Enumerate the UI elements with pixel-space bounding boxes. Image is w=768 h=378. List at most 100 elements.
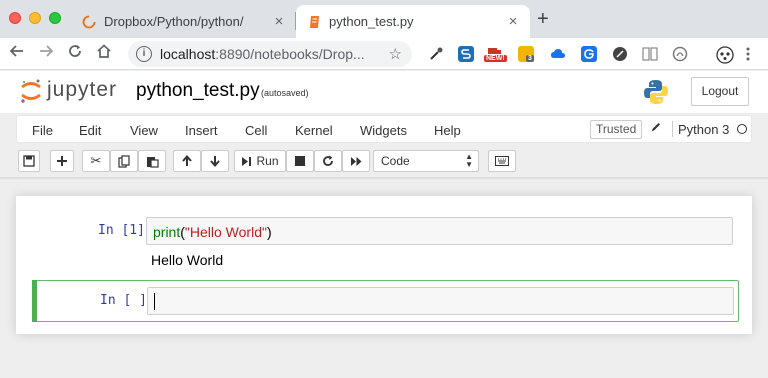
restart-icon [323,155,333,166]
arrow-up-icon [182,155,192,166]
tab-close-icon[interactable]: × [502,13,524,30]
kernel-idle-indicator-icon [737,124,747,134]
reload-icon[interactable] [67,43,83,64]
home-icon[interactable] [96,43,112,64]
jupyter-logo[interactable]: jupyter [20,77,120,107]
back-icon[interactable] [9,43,25,64]
edit-mode-pencil-icon [650,121,662,136]
menu-kernel[interactable]: Kernel [295,123,333,138]
keyboard-icon [495,156,509,166]
shield-extension-icon[interactable] [672,46,688,62]
paste-icon [146,156,159,168]
url-host: localhost [160,46,216,62]
run-label: Run [256,154,279,168]
move-up-button[interactable] [173,150,201,172]
menu-help[interactable]: Help [434,123,461,138]
restart-run-all-button[interactable] [342,150,370,172]
autosave-status: (autosaved) [261,88,309,98]
menu-widgets[interactable]: Widgets [360,123,407,138]
code-paren-close: ) [266,224,272,240]
site-info-icon[interactable]: i [136,46,152,62]
move-down-button[interactable] [201,150,229,172]
loading-spinner-icon [82,15,96,28]
url-path: :8890/notebooks/Drop... [215,46,365,62]
plus-icon [57,156,67,166]
menu-view[interactable]: View [130,123,158,138]
tab-title: python_test.py [329,14,414,29]
save-icon [23,155,35,167]
menu-more-icon[interactable] [745,46,761,62]
cell-input-area[interactable]: print("Hello World") [146,217,733,245]
notebook-container: In [1]: print("Hello World") Hello World… [16,196,752,334]
g-extension-icon[interactable] [581,46,597,62]
python-logo-icon [643,79,669,108]
eyedropper-extension-icon[interactable] [428,46,444,62]
scissors-icon: ✂ [90,153,102,168]
bookmark-star-icon[interactable]: ☆ [389,45,402,63]
menubar: File Edit View Insert Cell Kernel Widget… [16,115,752,143]
cell-type-select[interactable]: Code ▲ ▼ [373,150,479,172]
jupyter-logo-text: jupyter [47,78,118,101]
kernel-name[interactable]: Python 3 [678,122,729,137]
cell-type-value: Code [381,154,410,168]
fast-forward-icon [350,156,361,166]
interrupt-kernel-button[interactable] [286,150,314,172]
restart-kernel-button[interactable] [314,150,342,172]
menu-insert[interactable]: Insert [185,123,218,138]
profile-avatar-icon[interactable] [716,46,734,64]
kernel-divider [672,121,673,137]
tab-title: Dropbox/Python/python/ [104,14,244,29]
notebook-title[interactable]: python_test.py [136,80,260,102]
command-palette-button[interactable] [488,150,516,172]
notebook-favicon-icon [310,15,319,28]
url-text: localhost:8890/notebooks/Drop... [160,46,365,62]
forward-icon[interactable] [38,43,54,64]
paste-button[interactable] [138,150,166,172]
window-close-button[interactable] [9,12,21,24]
select-arrows-icon: ▲ ▼ [465,152,473,169]
grid-extension-icon[interactable] [642,46,658,62]
stop-icon [295,156,305,166]
cloud-extension-icon[interactable] [550,46,566,62]
new-badge: NEW! [484,55,507,62]
trusted-indicator[interactable]: Trusted [590,120,643,139]
cut-button[interactable]: ✂ [82,150,110,172]
selected-cell-indicator [32,280,37,322]
browser-tab-dropbox[interactable]: Dropbox/Python/python/ × [72,5,296,38]
jupyter-header: jupyter python_test.py (autosaved) Logou… [0,71,768,113]
code-text: print("Hello World") [153,224,272,240]
cell-output: Hello World [151,252,224,268]
code-string: "Hello World" [184,224,267,240]
menu-cell[interactable]: Cell [245,123,267,138]
menu-edit[interactable]: Edit [79,123,101,138]
browser-tab-python-test[interactable]: python_test.py × [296,5,530,38]
code-function: print [153,224,181,240]
browser-tab-bar: Dropbox/Python/python/ × python_test.py … [0,0,768,38]
truck-extension-icon[interactable]: NEW! [484,46,507,62]
cell-input-area[interactable] [147,287,734,315]
header-shadow [0,177,768,180]
step-forward-icon [242,156,252,166]
logout-button[interactable]: Logout [691,77,749,106]
arrow-down-icon [210,156,220,167]
jupyter-logo-icon [21,79,41,103]
count-badge: 3 [526,55,534,62]
window-minimize-button[interactable] [29,12,41,24]
save-button[interactable] [18,150,40,172]
run-button[interactable]: Run [234,150,286,172]
leaf-extension-icon[interactable] [612,46,628,62]
selected-code-cell[interactable]: In [ ]: [32,280,739,322]
text-cursor [154,293,155,310]
window-maximize-button[interactable] [49,12,61,24]
input-prompt: In [1]: [98,223,153,238]
s-extension-icon[interactable] [458,46,474,62]
address-bar[interactable]: i localhost:8890/notebooks/Drop... ☆ [128,41,412,67]
copy-button[interactable] [110,150,138,172]
menu-file[interactable]: File [32,123,53,138]
insert-cell-button[interactable] [50,150,74,172]
copy-icon [117,154,130,168]
browser-toolbar: i localhost:8890/notebooks/Drop... ☆ NEW… [0,38,768,70]
new-tab-button[interactable]: + [537,8,549,31]
dots-extension-icon[interactable]: 3 [518,46,534,62]
tab-close-icon[interactable]: × [268,13,290,30]
